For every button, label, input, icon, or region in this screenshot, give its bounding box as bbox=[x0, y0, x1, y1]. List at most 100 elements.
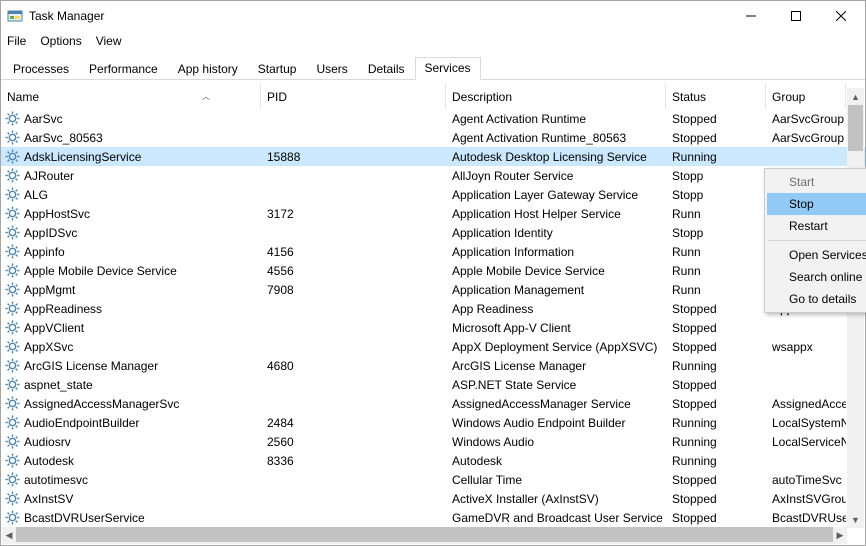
cell-description: Windows Audio Endpoint Builder bbox=[446, 416, 666, 430]
tab-details[interactable]: Details bbox=[358, 58, 415, 80]
ctx-open-services[interactable]: Open Services bbox=[767, 244, 866, 266]
service-icon bbox=[5, 491, 20, 506]
service-icon bbox=[5, 263, 20, 278]
cell-description: App Readiness bbox=[446, 302, 666, 316]
ctx-stop[interactable]: Stop bbox=[767, 193, 866, 215]
cell-description: Autodesk bbox=[446, 454, 666, 468]
cell-status: Runn bbox=[666, 264, 766, 278]
cell-status: Running bbox=[666, 454, 766, 468]
table-row[interactable]: AppXSvcAppX Deployment Service (AppXSVC)… bbox=[1, 337, 865, 356]
menu-file[interactable]: File bbox=[7, 34, 26, 48]
cell-status: Running bbox=[666, 416, 766, 430]
sort-asc-icon: ︿ bbox=[202, 91, 210, 102]
cell-status: Stopped bbox=[666, 131, 766, 145]
service-icon bbox=[5, 377, 20, 392]
table-row[interactable]: aspnet_stateASP.NET State ServiceStopped bbox=[1, 375, 865, 394]
table-row[interactable]: Apple Mobile Device Service4556Apple Mob… bbox=[1, 261, 865, 280]
cell-status: Stopped bbox=[666, 511, 766, 525]
cell-name: Autodesk bbox=[24, 454, 74, 468]
table-row[interactable]: AxInstSVActiveX Installer (AxInstSV)Stop… bbox=[1, 489, 865, 508]
col-pid[interactable]: PID bbox=[261, 84, 446, 109]
cell-status: Runn bbox=[666, 245, 766, 259]
maximize-button[interactable] bbox=[773, 1, 818, 31]
cell-status: Stopp bbox=[666, 169, 766, 183]
tab-processes[interactable]: Processes bbox=[3, 58, 79, 80]
scroll-thumb-v[interactable] bbox=[848, 105, 863, 151]
table-row[interactable]: ALGApplication Layer Gateway ServiceStop… bbox=[1, 185, 865, 204]
service-icon bbox=[5, 358, 20, 373]
ctx-separator bbox=[768, 240, 866, 241]
close-button[interactable] bbox=[818, 1, 863, 31]
table-row[interactable]: AudioEndpointBuilder2484Windows Audio En… bbox=[1, 413, 865, 432]
col-status[interactable]: Status bbox=[666, 84, 766, 109]
cell-description: Application Management bbox=[446, 283, 666, 297]
cell-name: AarSvc bbox=[24, 112, 63, 126]
cell-description: AppX Deployment Service (AppXSVC) bbox=[446, 340, 666, 354]
titlebar: Task Manager bbox=[1, 1, 865, 31]
tab-app-history[interactable]: App history bbox=[168, 58, 248, 80]
table-row[interactable]: AppMgmt7908Application ManagementRunn bbox=[1, 280, 865, 299]
cell-description: Agent Activation Runtime_80563 bbox=[446, 131, 666, 145]
service-icon bbox=[5, 339, 20, 354]
tab-services[interactable]: Services bbox=[415, 57, 481, 80]
minimize-button[interactable] bbox=[728, 1, 773, 31]
cell-description: AssignedAccessManager Service bbox=[446, 397, 666, 411]
cell-description: Autodesk Desktop Licensing Service bbox=[446, 150, 666, 164]
app-icon bbox=[7, 8, 23, 24]
table-row[interactable]: Autodesk8336AutodeskRunning bbox=[1, 451, 865, 470]
table-row[interactable]: AJRouterAllJoyn Router ServiceStopp bbox=[1, 166, 865, 185]
col-name[interactable]: Name︿ bbox=[1, 84, 261, 109]
cell-group: LocalServiceN... bbox=[766, 435, 846, 449]
menu-view[interactable]: View bbox=[96, 34, 122, 48]
service-icon bbox=[5, 130, 20, 145]
scroll-right-icon[interactable]: ▶ bbox=[833, 527, 847, 544]
tab-performance[interactable]: Performance bbox=[79, 58, 168, 80]
cell-status: Runn bbox=[666, 207, 766, 221]
scroll-thumb-h[interactable] bbox=[16, 527, 833, 542]
cell-description: Application Layer Gateway Service bbox=[446, 188, 666, 202]
tab-startup[interactable]: Startup bbox=[248, 58, 307, 80]
col-group[interactable]: Group bbox=[766, 84, 846, 109]
table-row[interactable]: AppVClientMicrosoft App-V ClientStopped bbox=[1, 318, 865, 337]
table-row[interactable]: AppIDSvcApplication IdentityStopp bbox=[1, 223, 865, 242]
table-row[interactable]: AppReadinessApp ReadinessStoppedAppReadi… bbox=[1, 299, 865, 318]
scroll-up-icon[interactable]: ▲ bbox=[847, 88, 864, 105]
table-row[interactable]: AarSvc_80563Agent Activation Runtime_805… bbox=[1, 128, 865, 147]
tab-users[interactable]: Users bbox=[306, 58, 357, 80]
scroll-down-icon[interactable]: ▼ bbox=[847, 511, 864, 528]
service-icon bbox=[5, 187, 20, 202]
cell-description: Apple Mobile Device Service bbox=[446, 264, 666, 278]
ctx-search-online[interactable]: Search online bbox=[767, 266, 866, 288]
cell-description: AllJoyn Router Service bbox=[446, 169, 666, 183]
horizontal-scrollbar[interactable]: ◀ ▶ bbox=[2, 527, 847, 544]
cell-status: Stopped bbox=[666, 302, 766, 316]
table-row[interactable]: BcastDVRUserServiceGameDVR and Broadcast… bbox=[1, 508, 865, 527]
cell-status: Stopp bbox=[666, 226, 766, 240]
cell-description: ASP.NET State Service bbox=[446, 378, 666, 392]
table-row[interactable]: ArcGIS License Manager4680ArcGIS License… bbox=[1, 356, 865, 375]
col-description[interactable]: Description bbox=[446, 84, 666, 109]
cell-description: Cellular Time bbox=[446, 473, 666, 487]
service-list: AarSvcAgent Activation RuntimeStoppedAar… bbox=[1, 109, 865, 527]
table-row[interactable]: AppHostSvc3172Application Host Helper Se… bbox=[1, 204, 865, 223]
service-icon bbox=[5, 415, 20, 430]
service-icon bbox=[5, 434, 20, 449]
cell-status: Stopped bbox=[666, 378, 766, 392]
table-row[interactable]: AdskLicensingService15888Autodesk Deskto… bbox=[1, 147, 865, 166]
table-row[interactable]: autotimesvcCellular TimeStoppedautoTimeS… bbox=[1, 470, 865, 489]
window-title: Task Manager bbox=[29, 9, 728, 23]
cell-pid: 4680 bbox=[261, 359, 446, 373]
cell-name: Apple Mobile Device Service bbox=[24, 264, 177, 278]
table-row[interactable]: Appinfo4156Application InformationRunn bbox=[1, 242, 865, 261]
menu-options[interactable]: Options bbox=[40, 34, 81, 48]
cell-description: Application Host Helper Service bbox=[446, 207, 666, 221]
service-icon bbox=[5, 111, 20, 126]
scroll-left-icon[interactable]: ◀ bbox=[2, 527, 16, 544]
ctx-restart[interactable]: Restart bbox=[767, 215, 866, 237]
ctx-go-to-details[interactable]: Go to details bbox=[767, 288, 866, 310]
tab-bar: Processes Performance App history Startu… bbox=[1, 57, 865, 80]
table-row[interactable]: Audiosrv2560Windows AudioRunningLocalSer… bbox=[1, 432, 865, 451]
cell-description: Microsoft App-V Client bbox=[446, 321, 666, 335]
table-row[interactable]: AssignedAccessManagerSvcAssignedAccessMa… bbox=[1, 394, 865, 413]
table-row[interactable]: AarSvcAgent Activation RuntimeStoppedAar… bbox=[1, 109, 865, 128]
